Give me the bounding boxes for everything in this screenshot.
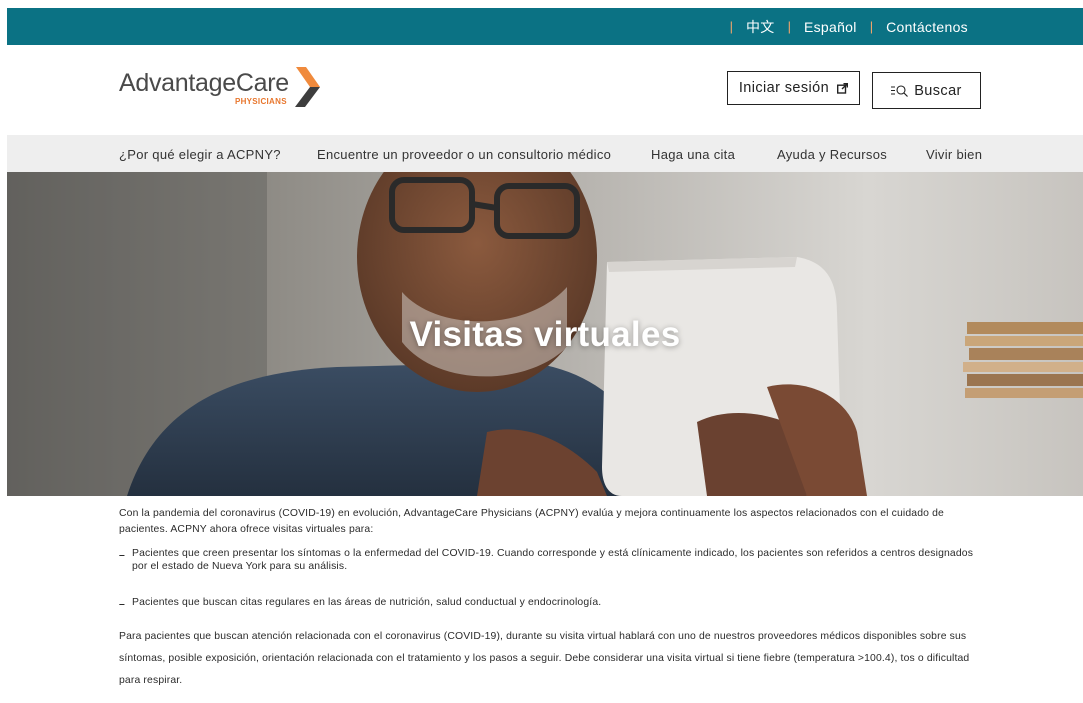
page-title: Visitas virtuales	[409, 315, 681, 354]
search-icon	[891, 84, 909, 97]
logo-chevron-icon	[294, 67, 320, 107]
nav-item-make-appointment[interactable]: Haga una cita	[651, 147, 735, 162]
external-link-icon	[837, 82, 849, 94]
bullet-dash: –	[119, 599, 125, 610]
main-navigation: ¿Por qué elegir a ACPNY? Encuentre un pr…	[7, 135, 1083, 172]
language-spanish-link[interactable]: Español	[804, 19, 857, 35]
nav-item-help-resources[interactable]: Ayuda y Recursos	[777, 147, 887, 162]
list-item-text: Pacientes que creen presentar los síntom…	[132, 548, 974, 572]
search-button[interactable]: Buscar	[872, 72, 981, 109]
list-item-text: Pacientes que buscan citas regulares en …	[132, 597, 602, 608]
nav-item-why-acpny[interactable]: ¿Por qué elegir a ACPNY?	[119, 147, 281, 162]
utility-links: | 中文 | Español | Contáctenos	[717, 8, 968, 45]
nav-item-find-provider[interactable]: Encuentre un proveedor o un consultorio …	[317, 147, 611, 162]
language-chinese-link[interactable]: 中文	[746, 17, 775, 37]
contact-link[interactable]: Contáctenos	[886, 19, 968, 35]
covid-care-paragraph: Para pacientes que buscan atención relac…	[119, 631, 970, 686]
list-item: – Pacientes que creen presentar los sínt…	[119, 547, 979, 573]
logo-main-text: AdvantageCare	[119, 69, 289, 97]
logo-wordmark: AdvantageCare PHYSICIANS	[119, 69, 289, 106]
search-label: Buscar	[914, 82, 962, 99]
bullet-dash: –	[119, 550, 125, 561]
signin-label: Iniciar sesión	[738, 80, 830, 96]
link-separator: |	[787, 19, 791, 34]
link-separator: |	[729, 19, 733, 34]
hero-banner: Visitas virtuales	[7, 172, 1083, 496]
link-separator: |	[869, 19, 874, 34]
main-content: Con la pandemia del coronavirus (COVID-1…	[119, 506, 979, 692]
utility-bar: | 中文 | Español | Contáctenos	[7, 8, 1083, 45]
site-logo[interactable]: AdvantageCare PHYSICIANS	[119, 67, 321, 109]
signin-button[interactable]: Iniciar sesión	[727, 71, 860, 105]
intro-paragraph: Con la pandemia del coronavirus (COVID-1…	[119, 508, 944, 535]
list-item: – Pacientes que buscan citas regulares e…	[119, 596, 979, 610]
nav-item-live-well[interactable]: Vivir bien	[926, 147, 982, 162]
logo-sub-text: PHYSICIANS	[234, 97, 287, 106]
site-header: AdvantageCare PHYSICIANS Iniciar sesión …	[7, 45, 1083, 135]
